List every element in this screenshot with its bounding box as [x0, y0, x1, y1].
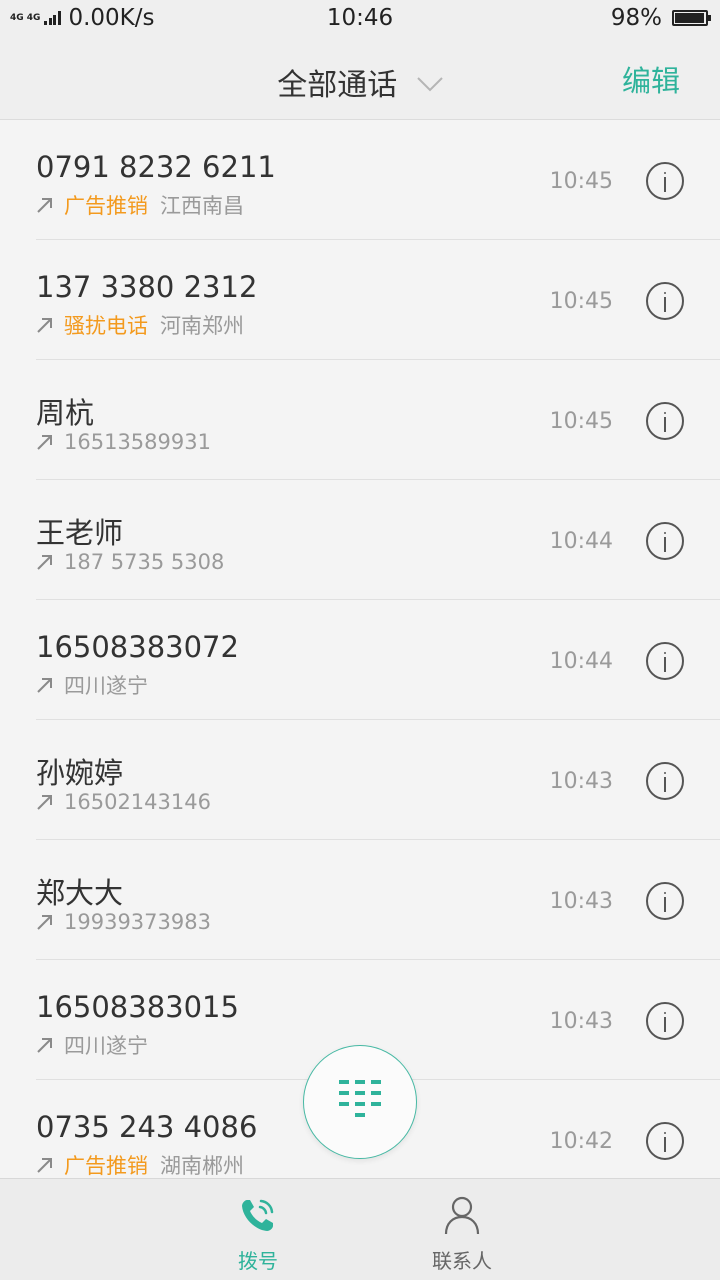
info-icon[interactable]	[646, 522, 684, 560]
call-details: 广告推销 江西南昌	[36, 190, 244, 220]
call-log-row[interactable]: 郑大大 19939373983 10:43	[0, 840, 720, 960]
call-details: 广告推销 湖南郴州	[36, 1150, 244, 1180]
outgoing-arrow-icon	[37, 435, 52, 450]
caller-name: 16508383015	[36, 990, 239, 1024]
call-log-row[interactable]: 137 3380 2312 骚扰电话 河南郑州 10:45	[0, 240, 720, 360]
caller-name: 16508383072	[36, 630, 239, 664]
call-location: 河南郑州	[160, 314, 244, 338]
call-details: 骚扰电话 河南郑州	[36, 310, 244, 340]
call-details: 16502143146	[36, 790, 211, 814]
spam-tag: 广告推销	[64, 1154, 148, 1178]
status-bar: 4G 4G 0.00K/s 10:46 98%	[0, 0, 720, 38]
caller-name: 137 3380 2312	[36, 270, 258, 304]
call-location: 四川遂宁	[64, 1034, 148, 1058]
call-log-list: 0791 8232 6211 广告推销 江西南昌 10:45 137 3380 2312…	[0, 120, 720, 1200]
call-time: 10:42	[549, 1129, 613, 1154]
dialpad-button[interactable]	[303, 1045, 417, 1159]
call-time: 10:43	[549, 889, 613, 914]
call-time: 10:45	[549, 289, 613, 314]
edit-button[interactable]: 编辑	[622, 58, 680, 100]
spam-tag: 广告推销	[64, 194, 148, 218]
outgoing-arrow-icon	[37, 555, 52, 570]
call-log-row[interactable]: 周杭 16513589931 10:45	[0, 360, 720, 480]
battery-icon	[672, 10, 711, 26]
info-icon[interactable]	[646, 762, 684, 800]
call-location: 19939373983	[64, 910, 211, 934]
outgoing-arrow-icon	[37, 915, 52, 930]
call-details: 16513589931	[36, 430, 211, 454]
tab-dial-label: 拨号	[238, 1249, 278, 1273]
bottom-nav: 拨号 联系人	[0, 1178, 720, 1280]
status-right: 98%	[610, 5, 711, 31]
outgoing-arrow-icon	[37, 678, 52, 693]
chevron-down-icon	[417, 76, 443, 91]
call-time: 10:44	[549, 529, 613, 554]
call-time: 10:43	[549, 1009, 613, 1034]
caller-name: 王老师	[36, 516, 124, 550]
call-location: 16502143146	[64, 790, 211, 814]
call-details: 187 5735 5308	[36, 550, 224, 574]
outgoing-arrow-icon	[37, 795, 52, 810]
info-icon[interactable]	[646, 1002, 684, 1040]
spam-tag: 骚扰电话	[64, 314, 148, 338]
call-details: 四川遂宁	[36, 1030, 148, 1060]
dialpad-icon	[339, 1080, 381, 1117]
call-location: 四川遂宁	[64, 674, 148, 698]
outgoing-arrow-icon	[37, 1038, 52, 1053]
call-time: 10:45	[549, 169, 613, 194]
call-details: 四川遂宁	[36, 670, 148, 700]
caller-name: 周杭	[36, 396, 95, 430]
info-icon[interactable]	[646, 282, 684, 320]
caller-name: 郑大大	[36, 876, 124, 910]
outgoing-arrow-icon	[37, 1158, 52, 1173]
call-time: 10:43	[549, 769, 613, 794]
call-log-row[interactable]: 0791 8232 6211 广告推销 江西南昌 10:45	[0, 120, 720, 240]
info-icon[interactable]	[646, 162, 684, 200]
tab-contacts[interactable]: 联系人	[402, 1195, 522, 1274]
page-title: 全部通话	[277, 68, 398, 103]
call-location: 湖南郴州	[160, 1154, 244, 1178]
outgoing-arrow-icon	[37, 198, 52, 213]
call-time: 10:45	[549, 409, 613, 434]
caller-name: 0735 243 4086	[36, 1110, 258, 1144]
battery-percent: 98%	[610, 5, 662, 31]
tab-dial[interactable]: 拨号	[198, 1195, 318, 1274]
call-location: 江西南昌	[160, 194, 244, 218]
header: 全部通话 编辑	[0, 38, 720, 120]
phone-icon	[242, 1199, 274, 1231]
person-icon	[444, 1196, 480, 1235]
call-filter-dropdown[interactable]: 全部通话	[0, 60, 720, 104]
caller-name: 孙婉婷	[36, 756, 124, 790]
call-log-row[interactable]: 王老师 187 5735 5308 10:44	[0, 480, 720, 600]
call-time: 10:44	[549, 649, 613, 674]
call-log-row[interactable]: 16508383072 四川遂宁 10:44	[0, 600, 720, 720]
info-icon[interactable]	[646, 402, 684, 440]
call-log-row[interactable]: 孙婉婷 16502143146 10:43	[0, 720, 720, 840]
info-icon[interactable]	[646, 882, 684, 920]
call-details: 19939373983	[36, 910, 211, 934]
call-location: 16513589931	[64, 430, 211, 454]
call-location: 187 5735 5308	[64, 550, 225, 574]
info-icon[interactable]	[646, 642, 684, 680]
tab-contacts-label: 联系人	[432, 1249, 492, 1273]
outgoing-arrow-icon	[37, 318, 52, 333]
caller-name: 0791 8232 6211	[36, 150, 276, 184]
info-icon[interactable]	[646, 1122, 684, 1160]
